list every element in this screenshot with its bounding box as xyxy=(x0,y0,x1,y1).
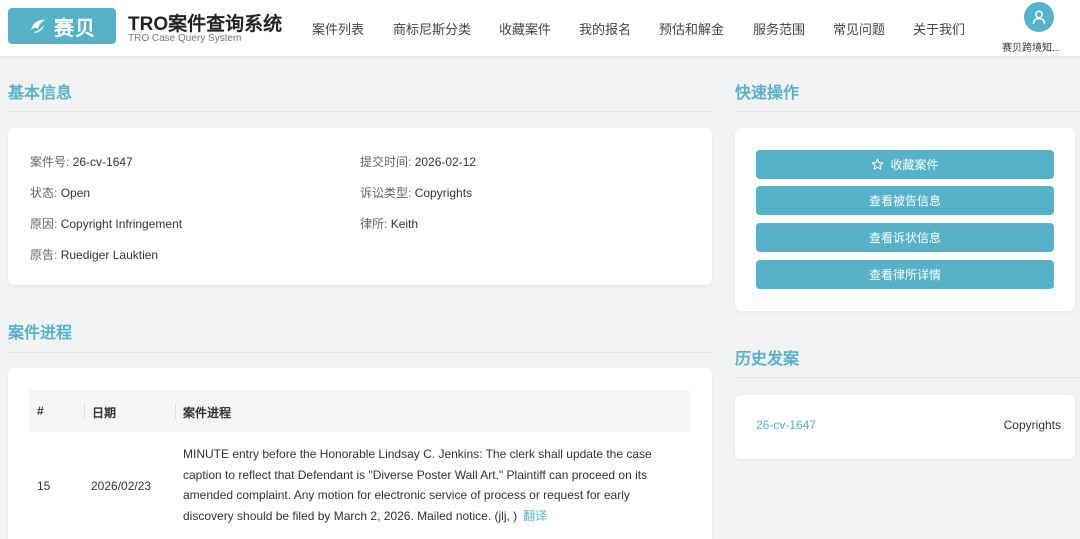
basic-info-heading: 基本信息 xyxy=(8,85,73,102)
filed-date-field: 提交时间: 2026-02-12 xyxy=(360,153,476,170)
column-header-number: # xyxy=(37,404,44,418)
section-divider xyxy=(8,111,712,112)
nav-service-scope[interactable]: 服务范围 xyxy=(753,19,805,38)
user-icon xyxy=(1032,10,1046,25)
status-label: 状态: xyxy=(30,186,58,200)
nav-favorite-cases[interactable]: 收藏案件 xyxy=(499,19,551,38)
view-defendant-button[interactable]: 查看被告信息 xyxy=(756,186,1054,215)
nav-case-list[interactable]: 案件列表 xyxy=(312,19,364,38)
docket-entry-text: MINUTE entry before the Honorable Lindsa… xyxy=(183,447,652,523)
column-header-progress: 案件进程 xyxy=(183,406,232,420)
case-progress-card: # 日期 案件进程 15 2026/02/23 MINUTE entry bef… xyxy=(8,368,712,539)
case-number-value: 26-cv-1647 xyxy=(72,155,133,169)
history-heading: 历史发案 xyxy=(735,351,800,368)
filed-date-value: 2026-02-12 xyxy=(414,155,477,169)
table-header: # 日期 案件进程 xyxy=(29,390,690,432)
view-complaint-label: 查看诉状信息 xyxy=(868,231,941,245)
logo-mark-icon xyxy=(31,19,45,33)
cause-field: 原因: Copyright Infringement xyxy=(30,215,182,232)
view-law-firm-label: 查看律所详情 xyxy=(868,268,941,282)
status-value: Open xyxy=(60,186,91,200)
basic-info-card: 案件号: 26-cv-1647 提交时间: 2026-02-12 状态: Ope… xyxy=(8,128,712,285)
plaintiff-value: Ruediger Lauktien xyxy=(60,248,159,262)
row-progress-text: MINUTE entry before the Honorable Lindsa… xyxy=(183,444,683,526)
status-field: 状态: Open xyxy=(30,184,90,201)
column-divider xyxy=(84,403,85,419)
favorite-case-label: 收藏案件 xyxy=(890,158,939,172)
case-number-field: 案件号: 26-cv-1647 xyxy=(30,153,133,170)
history-case-link[interactable]: 26-cv-1647 xyxy=(756,418,816,432)
quick-actions-card: 收藏案件 查看被告信息 查看诉状信息 查看律所详情 xyxy=(735,128,1075,311)
history-case-type: Copyrights xyxy=(1003,418,1061,432)
nav-about-us[interactable]: 关于我们 xyxy=(913,19,965,38)
row-number: 15 xyxy=(37,479,51,493)
nav-my-registrations[interactable]: 我的报名 xyxy=(579,19,631,38)
top-header: 赛贝 TRO案件查询系统 TRO Case Query System 案件列表 … xyxy=(0,0,1080,56)
section-divider xyxy=(735,377,1080,378)
nav-settlement-estimate[interactable]: 预估和解金 xyxy=(659,19,724,38)
case-progress-heading: 案件进程 xyxy=(8,325,73,342)
history-card: 26-cv-1647 Copyrights xyxy=(735,395,1075,459)
site-subtitle: TRO Case Query System xyxy=(128,33,242,44)
case-number-label: 案件号: xyxy=(30,155,70,169)
star-icon xyxy=(872,158,884,170)
plaintiff-label: 原告: xyxy=(30,248,58,262)
favorite-case-button[interactable]: 收藏案件 xyxy=(756,150,1054,179)
view-law-firm-button[interactable]: 查看律所详情 xyxy=(756,260,1054,289)
section-divider xyxy=(735,111,1080,112)
law-firm-field: 律所: Keith xyxy=(360,215,418,232)
nav-nice-classification[interactable]: 商标尼斯分类 xyxy=(393,19,471,38)
nav-faq[interactable]: 常见问题 xyxy=(833,19,885,38)
law-firm-value: Keith xyxy=(390,217,419,231)
plaintiff-field: 原告: Ruediger Lauktien xyxy=(30,246,158,263)
litigation-type-value: Copyrights xyxy=(414,186,473,200)
site-title: TRO案件查询系统 xyxy=(128,14,283,35)
user-name[interactable]: 赛贝跨境知... xyxy=(1002,39,1060,54)
column-divider xyxy=(175,403,176,419)
litigation-type-label: 诉讼类型: xyxy=(360,186,412,200)
litigation-type-field: 诉讼类型: Copyrights xyxy=(360,184,472,201)
cause-label: 原因: xyxy=(30,217,58,231)
law-firm-label: 律所: xyxy=(360,217,388,231)
translate-link[interactable]: 翻译 xyxy=(523,509,547,523)
row-date: 2026/02/23 xyxy=(91,479,152,493)
quick-actions-heading: 快速操作 xyxy=(735,85,800,102)
logo[interactable]: 赛贝 xyxy=(8,8,116,44)
avatar[interactable] xyxy=(1024,2,1054,32)
filed-date-label: 提交时间: xyxy=(360,155,412,169)
column-header-date: 日期 xyxy=(92,406,117,420)
logo-text: 赛贝 xyxy=(54,17,96,40)
cause-value: Copyright Infringement xyxy=(60,217,183,231)
section-divider xyxy=(8,352,712,353)
view-complaint-button[interactable]: 查看诉状信息 xyxy=(756,223,1054,252)
view-defendant-label: 查看被告信息 xyxy=(868,194,941,208)
